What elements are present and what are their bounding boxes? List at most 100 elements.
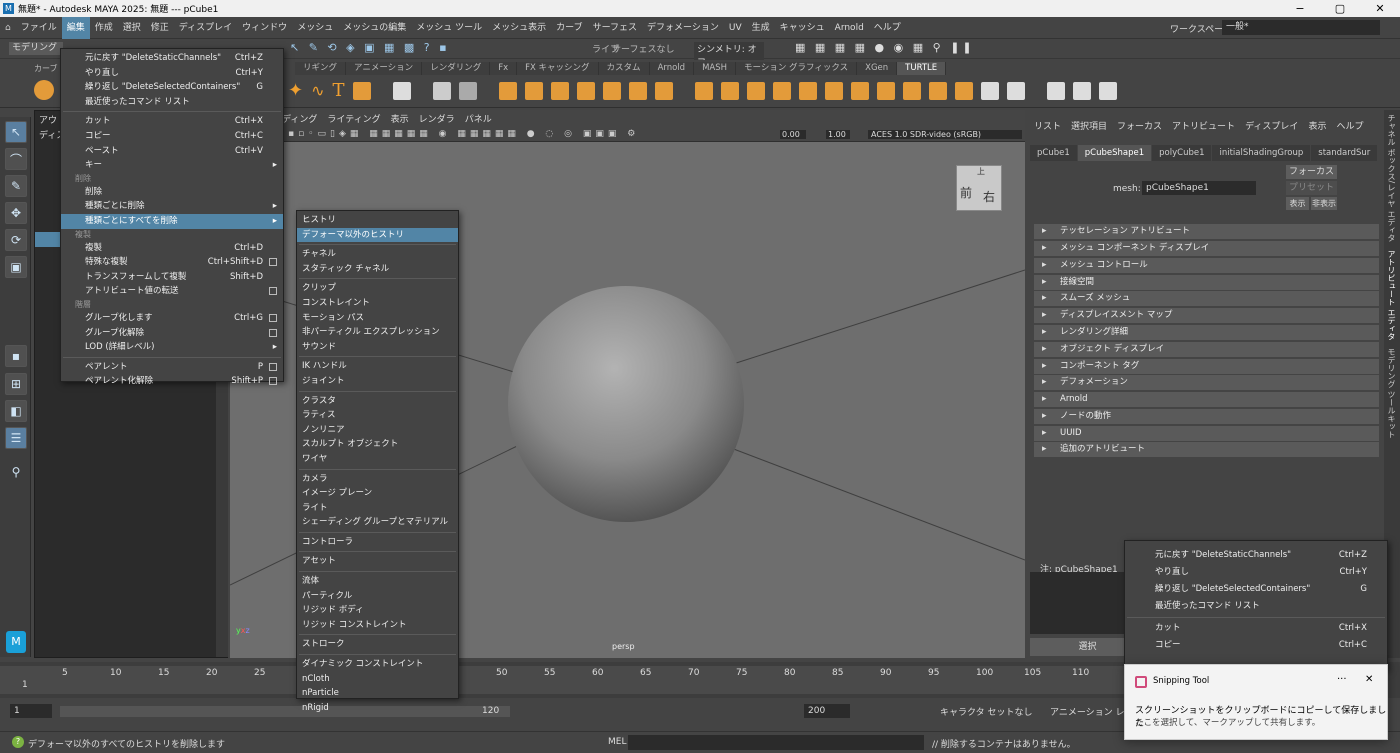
ae-preset-button[interactable]: プリセット (1286, 181, 1337, 195)
shelf-tool-icon[interactable] (980, 81, 999, 100)
menu-edit[interactable]: 編集 (61, 16, 90, 39)
surface-label[interactable]: サーフェスなし (612, 42, 674, 55)
menu-item-duplicate-transform[interactable]: トランスフォームして複製 Shift+D (61, 270, 283, 285)
grid-icon[interactable] (392, 81, 411, 100)
svg-tool-icon[interactable] (352, 81, 371, 100)
tab-modeling-toolkit[interactable]: モデリング ツールキット (1384, 344, 1399, 443)
ae-menu-display[interactable]: ディスプレイ (1245, 119, 1298, 132)
submenu-item[interactable]: ノンリニア (297, 423, 458, 438)
menu-deform[interactable]: デフォメーション (642, 17, 724, 39)
shelf-tab[interactable]: TURTLE (897, 62, 947, 75)
submenu-item[interactable]: サウンド (297, 340, 458, 355)
menu-item-delete-all-by-type[interactable]: 種類ごとにすべてを削除 ▸ (61, 213, 283, 229)
ae-hide-button[interactable]: 非表示 (1311, 197, 1337, 210)
menu-item-repeat[interactable]: 繰り返し "DeleteSelectedContainers" G (1125, 581, 1387, 598)
submenu-item[interactable]: ストローク (297, 637, 458, 652)
shelf-tab[interactable]: XGen (857, 62, 898, 75)
submenu-item[interactable]: nCloth (297, 672, 458, 687)
menu-generate[interactable]: 生成 (747, 17, 775, 39)
ae-menu-list[interactable]: リスト (1034, 119, 1061, 132)
menu-item-recent-commands[interactable]: 最近使ったコマンド リスト (1125, 598, 1387, 615)
character-set-select[interactable]: キャラクタ セットなし (940, 705, 1033, 718)
ae-section[interactable]: メッシュ コンポーネント ディスプレイ (1034, 241, 1379, 256)
ae-section[interactable]: 接線空間 (1034, 275, 1379, 290)
scatter-icon[interactable] (458, 81, 477, 100)
more-options-icon[interactable]: ··· (1337, 674, 1347, 685)
scale-tool-icon[interactable]: ▣ (5, 256, 27, 278)
vp-menu-shading[interactable]: ディング (282, 112, 317, 125)
shelf-tool-icon[interactable] (654, 81, 673, 100)
shelf-tool-icon[interactable] (928, 81, 947, 100)
shelf-tab[interactable]: FX キャッシング (517, 62, 599, 75)
menu-uv[interactable]: UV (724, 17, 747, 39)
menu-help[interactable]: ヘルプ (869, 17, 906, 39)
ae-section[interactable]: ノードの動作 (1034, 409, 1379, 424)
submenu-item[interactable]: シェーディング グループとマテリアル (297, 515, 458, 530)
menu-item-cut[interactable]: カット Ctrl+X (1125, 620, 1387, 637)
submenu-item[interactable]: 流体 (297, 574, 458, 589)
menu-arnold[interactable]: Arnold (830, 17, 869, 39)
minimize-button[interactable]: − (1280, 0, 1320, 17)
menu-edit-mesh[interactable]: メッシュの編集 (338, 17, 411, 39)
shelf-left-icon[interactable] (34, 80, 54, 100)
ae-section[interactable]: ディスプレイスメント マップ (1034, 308, 1379, 323)
shelf-tool-icon[interactable] (694, 81, 713, 100)
menu-item-transfer-attributes[interactable]: アトリビュート値の転送 (61, 284, 283, 299)
submenu-item[interactable]: リジッド コンストレイント (297, 618, 458, 633)
pencil-icon[interactable] (1046, 81, 1065, 100)
shelf-tool-icon[interactable] (824, 81, 843, 100)
shelf-tab[interactable]: Fx (490, 62, 518, 75)
shelf-tool-icon[interactable] (576, 81, 595, 100)
vp-menu-show[interactable]: 表示 (391, 112, 409, 125)
submenu-item[interactable]: ジョイント (297, 374, 458, 389)
menu-surfaces[interactable]: サーフェス (588, 17, 642, 39)
menu-item-copy[interactable]: コピー Ctrl+C (61, 129, 283, 144)
shelf-tool-icon[interactable] (498, 81, 517, 100)
menu-item-keys[interactable]: キー ▸ (61, 158, 283, 173)
ae-section[interactable]: オブジェクト ディスプレイ (1034, 342, 1379, 357)
menu-item-unparent[interactable]: ペアレント化解除 Shift+P (61, 374, 283, 389)
vp-menu-lighting[interactable]: ライティング (327, 112, 380, 125)
maximize-button[interactable]: ▢ (1320, 0, 1360, 17)
lasso-tool-icon[interactable]: ⌒ (5, 148, 27, 170)
layout-four-icon[interactable]: ⊞ (5, 373, 27, 395)
submenu-item[interactable]: チャネル (297, 247, 458, 262)
home-icon[interactable]: ⌂ (0, 17, 16, 39)
submenu-item[interactable]: nRigid (297, 701, 458, 716)
submenu-item[interactable]: ヒストリ (297, 213, 458, 228)
shelf-tool-icon[interactable] (850, 81, 869, 100)
menu-item-lod[interactable]: LOD (詳細レベル) ▸ (61, 340, 283, 355)
submenu-item[interactable]: ラティス (297, 408, 458, 423)
shelf-tab-curves[interactable]: カーブ (34, 63, 58, 74)
ae-show-button[interactable]: 表示 (1286, 197, 1309, 210)
submenu-item[interactable]: モーション パス (297, 311, 458, 326)
workspace-select[interactable]: 一般* (1222, 20, 1380, 35)
gamma-value[interactable]: 1.00 (826, 130, 850, 139)
ae-section[interactable]: レンダリング詳細 (1034, 325, 1379, 340)
select-tool-icon[interactable]: ↖ (5, 121, 27, 143)
submenu-item[interactable]: カメラ (297, 472, 458, 487)
outliner-selected-row[interactable] (35, 232, 63, 247)
ae-menu-show[interactable]: 表示 (1308, 119, 1326, 132)
menu-window[interactable]: ウィンドウ (237, 17, 292, 39)
submenu-item[interactable]: ダイナミック コンストレイント (297, 657, 458, 672)
submenu-item[interactable]: リジッド ボディ (297, 603, 458, 618)
shelf-tool-icon[interactable] (1072, 81, 1091, 100)
search-icon[interactable]: ⚲ (5, 461, 27, 483)
paint-select-icon[interactable]: ✎ (5, 175, 27, 197)
ae-section[interactable]: テッセレーション アトリビュート (1034, 224, 1379, 239)
layout-single-icon[interactable]: ▪ (5, 345, 27, 367)
submenu-item[interactable]: IK ハンドル (297, 359, 458, 374)
menu-file[interactable]: ファイル (16, 17, 62, 39)
menu-item-undo[interactable]: 元に戻す "DeleteStaticChannels" Ctrl+Z (1125, 547, 1387, 564)
menu-item-copy[interactable]: コピー Ctrl+C (1125, 637, 1387, 654)
menu-item-paste[interactable]: ペースト Ctrl+V (61, 144, 283, 159)
submenu-item[interactable]: ライト (297, 501, 458, 516)
ae-menu-focus[interactable]: フォーカス (1117, 119, 1162, 132)
submenu-item[interactable]: 非パーティクル エクスプレッション (297, 325, 458, 340)
submenu-item[interactable]: デフォーマ以外のヒストリ (297, 227, 458, 243)
shelf-tool-icon[interactable] (628, 81, 647, 100)
shelf-tab[interactable]: リギング (295, 62, 347, 75)
submenu-item[interactable]: コントローラ (297, 535, 458, 550)
view-cube-right[interactable]: 右 (983, 188, 995, 205)
